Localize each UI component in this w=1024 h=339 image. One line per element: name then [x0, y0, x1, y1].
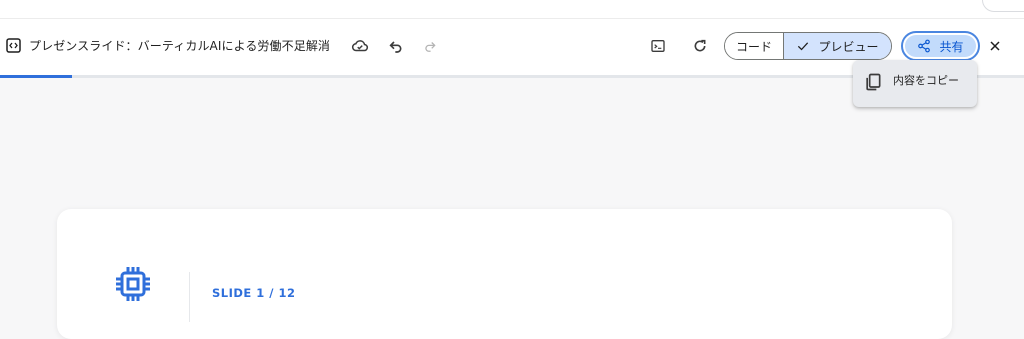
copy-content-label: 内容をコピー — [893, 74, 959, 87]
chip-icon — [115, 266, 151, 302]
share-label: 共有 — [939, 39, 964, 54]
undo-button[interactable] — [386, 36, 406, 56]
preview-tab-label: プレビュー — [818, 39, 879, 54]
redo-button[interactable] — [420, 36, 440, 56]
share-button[interactable]: 共有 — [901, 31, 980, 61]
page-title: プレゼンスライド：バーティカルAIによる労働不足解消 — [29, 39, 331, 53]
redo-icon — [425, 42, 436, 52]
share-dropdown-menu: 内容をコピー — [853, 60, 977, 107]
code-tab[interactable]: コード — [725, 33, 784, 59]
close-button[interactable] — [985, 36, 1005, 56]
share-button-inner: 共有 — [905, 35, 976, 57]
refresh-button[interactable] — [690, 36, 710, 56]
cloud-save-icon — [351, 40, 369, 52]
top-strip — [0, 0, 1024, 18]
code-tab-label: コード — [735, 39, 772, 54]
slide-counter: SLIDE 1 / 12 — [212, 286, 296, 300]
slide-header-divider — [189, 272, 190, 322]
terminal-button[interactable] — [648, 36, 668, 56]
slide-card: SLIDE 1 / 12 — [57, 209, 952, 339]
cloud-save-button[interactable] — [350, 36, 370, 56]
copy-content-menu-item[interactable]: 内容をコピー — [853, 60, 977, 107]
check-icon — [798, 42, 809, 51]
share-icon — [918, 39, 931, 53]
code-doc-icon — [6, 38, 21, 53]
loading-progress-bar — [0, 75, 72, 78]
view-toggle: コード プレビュー — [724, 32, 892, 60]
undo-icon — [389, 41, 402, 53]
copy-icon — [863, 72, 883, 92]
top-right-pill — [982, 0, 1024, 12]
terminal-icon — [651, 40, 665, 52]
close-icon — [990, 41, 1000, 51]
refresh-icon — [694, 39, 706, 52]
preview-tab[interactable]: プレビュー — [784, 33, 891, 59]
